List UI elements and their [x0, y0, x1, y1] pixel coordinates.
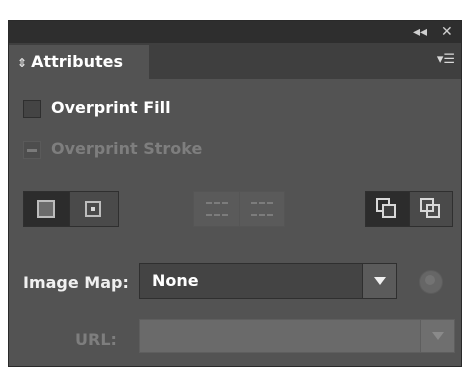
url-label: URL: — [75, 330, 117, 349]
non-zero-winding-front-square — [382, 204, 396, 218]
overprint-fill-option[interactable]: Overprint Fill — [23, 97, 171, 119]
overprint-fill-checkbox[interactable] — [23, 99, 41, 118]
even-odd-button[interactable] — [410, 192, 452, 226]
dont-show-center-button[interactable] — [24, 192, 70, 226]
reverse-path-direction-off-icon — [206, 202, 228, 216]
reverse-path-direction-on-icon — [251, 202, 273, 216]
panel-titlebar[interactable]: ◂◂ ✕ — [9, 21, 461, 43]
image-map-label: Image Map: — [23, 273, 129, 292]
show-center-button[interactable] — [70, 192, 118, 226]
url-field[interactable] — [139, 319, 455, 353]
panel-tab-row: ⇕ Attributes ▾☰ — [9, 43, 461, 79]
tab-label: Attributes — [31, 52, 123, 71]
reverse-path-on-button[interactable] — [240, 192, 284, 226]
image-map-dropdown-arrow-icon[interactable] — [362, 264, 396, 298]
reverse-path-off-button[interactable] — [194, 192, 240, 226]
dont-show-center-icon — [37, 200, 55, 218]
tab-attributes[interactable]: ⇕ Attributes — [9, 45, 149, 79]
image-map-select[interactable]: None — [139, 263, 397, 299]
tab-expand-icon[interactable]: ⇕ — [17, 56, 27, 70]
non-zero-winding-button[interactable] — [366, 192, 410, 226]
image-map-value: None — [152, 271, 199, 290]
reverse-path-button-group — [193, 191, 285, 227]
overprint-stroke-option[interactable]: Overprint Stroke — [23, 138, 202, 160]
collapse-panel-icon[interactable]: ◂◂ — [413, 23, 427, 41]
attributes-panel: ◂◂ ✕ ⇕ Attributes ▾☰ Overprint Fill Overp… — [8, 20, 462, 367]
overprint-stroke-checkbox[interactable] — [23, 140, 41, 159]
fill-rule-button-group — [365, 191, 453, 227]
show-center-icon — [85, 201, 101, 217]
overprint-stroke-label: Overprint Stroke — [51, 139, 203, 158]
close-panel-icon[interactable]: ✕ — [441, 23, 453, 41]
panel-menu-icon[interactable]: ▾☰ — [437, 51, 455, 69]
browser-globe-icon[interactable] — [419, 270, 443, 294]
center-display-button-group — [23, 191, 119, 227]
url-dropdown-arrow-icon[interactable] — [420, 320, 454, 352]
even-odd-front-square — [426, 204, 440, 218]
overprint-fill-label: Overprint Fill — [51, 98, 171, 117]
